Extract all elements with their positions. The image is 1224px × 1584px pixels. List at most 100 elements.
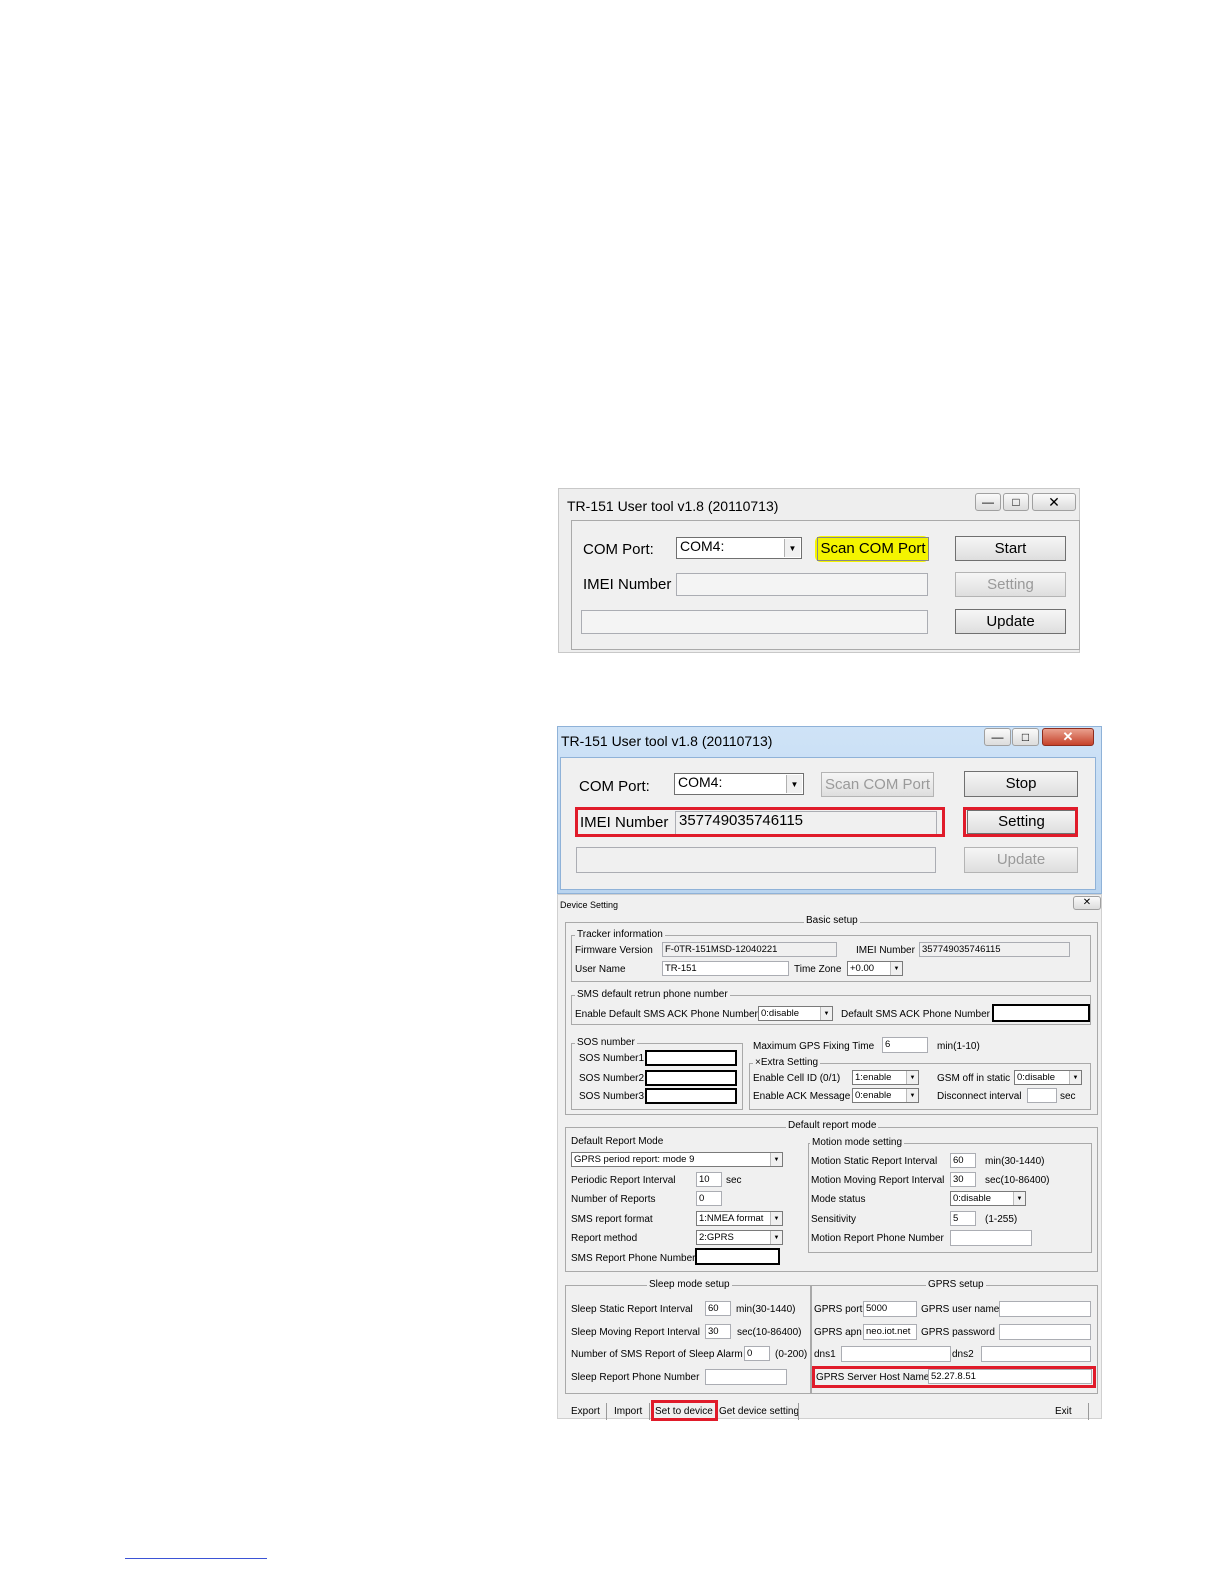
footnote-rule — [125, 1558, 267, 1559]
chevron-down-icon: ▼ — [770, 1212, 782, 1225]
set-to-device-annotation-box — [651, 1400, 718, 1421]
mode-status-select[interactable]: 0:disable ▼ — [950, 1191, 1026, 1206]
scan-com-port-button[interactable]: Scan COM Port — [821, 772, 934, 797]
sms-report-phone-field[interactable] — [695, 1248, 780, 1265]
setting-button[interactable]: Setting — [955, 572, 1066, 597]
sleep-alarm-field[interactable]: 0 — [744, 1346, 770, 1361]
chevron-down-icon: ▼ — [770, 1153, 782, 1166]
report-method-select[interactable]: 2:GPRS ▼ — [696, 1230, 783, 1245]
start-button[interactable]: Start — [955, 536, 1066, 561]
export-button[interactable]: Export — [571, 1406, 600, 1417]
com-port-select[interactable]: COM4: ▼ — [674, 773, 804, 795]
timezone-select[interactable]: +0.00 ▼ — [847, 961, 903, 976]
sms-format-label: SMS report format — [571, 1214, 653, 1225]
disconnect-unit: sec — [1060, 1091, 1076, 1102]
sos1-label: SOS Number1 — [579, 1053, 645, 1064]
gprs-port-field[interactable]: 5000 — [863, 1301, 917, 1317]
chevron-down-icon: ▼ — [784, 539, 800, 557]
periodic-unit: sec — [726, 1175, 742, 1186]
update-button[interactable]: Update — [964, 847, 1078, 873]
num-reports-label: Number of Reports — [571, 1194, 656, 1205]
username-field[interactable]: TR-151 — [662, 961, 789, 976]
maximize-button[interactable]: □ — [1012, 728, 1039, 746]
disconnect-field[interactable] — [1027, 1088, 1057, 1103]
sos1-field[interactable] — [645, 1050, 737, 1066]
dns1-field[interactable] — [841, 1346, 951, 1362]
scan-com-port-button[interactable]: Scan COM Port — [817, 537, 929, 561]
maximize-button[interactable]: □ — [1003, 493, 1029, 511]
ack-message-select[interactable]: 0:enable ▼ — [852, 1088, 919, 1103]
close-button[interactable]: ✕ — [1042, 728, 1094, 746]
sos2-label: SOS Number2 — [579, 1073, 645, 1084]
gsm-off-value: 0:disable — [1017, 1072, 1056, 1083]
motion-static-field[interactable]: 60 — [950, 1153, 976, 1168]
default-report-title: Default report mode — [786, 1120, 879, 1131]
sms-report-phone-label: SMS Report Phone Number — [571, 1253, 696, 1264]
gprs-password-label: GPRS password — [921, 1327, 995, 1338]
minimize-icon: — — [982, 495, 994, 509]
firmware-field[interactable]: F-0TR-151MSD-12040221 — [662, 942, 837, 957]
gprs-password-field[interactable] — [999, 1324, 1091, 1340]
sms-format-value: 1:NMEA format — [699, 1213, 764, 1224]
maximize-icon: □ — [1012, 495, 1020, 509]
sleep-moving-field[interactable]: 30 — [705, 1324, 731, 1339]
tracker-imei-label: IMEI Number — [856, 945, 915, 956]
com-port-label: COM Port: — [583, 541, 654, 558]
extra-setting-title: ×Extra Setting — [753, 1057, 821, 1068]
update-button[interactable]: Update — [955, 609, 1066, 634]
gprs-user-field[interactable] — [999, 1301, 1091, 1317]
sleep-static-field[interactable]: 60 — [705, 1301, 731, 1316]
tracker-imei-field[interactable]: 357749035746115 — [919, 942, 1070, 957]
sleep-moving-label: Sleep Moving Report Interval — [571, 1327, 700, 1338]
get-device-setting-button[interactable]: Get device setting — [719, 1406, 799, 1417]
gprs-apn-field[interactable]: neo.iot.net — [863, 1324, 917, 1340]
sos3-field[interactable] — [645, 1088, 737, 1104]
toolbar-separator — [649, 1403, 650, 1420]
sos2-field[interactable] — [645, 1070, 737, 1086]
mode-status-label: Mode status — [811, 1194, 866, 1205]
close-button[interactable]: ✕ — [1073, 896, 1101, 910]
com-port-select[interactable]: COM4: ▼ — [676, 537, 802, 559]
mode-status-value: 0:disable — [953, 1193, 992, 1204]
imei-annotation-box — [575, 807, 945, 837]
basic-setup-title: Basic setup — [804, 915, 860, 926]
report-mode-select[interactable]: GPRS period report: mode 9 ▼ — [571, 1152, 783, 1167]
toolbar-separator — [1088, 1403, 1089, 1420]
num-reports-field[interactable]: 0 — [696, 1191, 722, 1206]
enable-sms-ack-select[interactable]: 0:disable ▼ — [758, 1006, 833, 1021]
motion-moving-field[interactable]: 30 — [950, 1172, 976, 1187]
gsm-off-select[interactable]: 0:disable ▼ — [1014, 1070, 1082, 1085]
exit-button[interactable]: Exit — [1055, 1406, 1072, 1417]
user-tool-window-2: TR-151 User tool v1.8 (20110713) — □ ✕ C… — [557, 726, 1102, 894]
minimize-button[interactable]: — — [984, 728, 1011, 746]
extra-setting-title-text: Extra Setting — [760, 1057, 819, 1068]
sleep-static-unit: min(30-1440) — [736, 1304, 796, 1315]
stop-button[interactable]: Stop — [964, 771, 1078, 797]
import-button[interactable]: Import — [614, 1406, 642, 1417]
motion-mode-title: Motion mode setting — [810, 1137, 905, 1148]
sleep-mode-title: Sleep mode setup — [647, 1279, 732, 1290]
minimize-button[interactable]: — — [975, 493, 1001, 511]
motion-phone-field[interactable] — [950, 1230, 1032, 1246]
cell-id-select[interactable]: 1:enable ▼ — [852, 1070, 919, 1085]
sos3-label: SOS Number3 — [579, 1091, 645, 1102]
sleep-phone-field[interactable] — [705, 1369, 787, 1385]
ack-message-label: Enable ACK Message — [753, 1091, 851, 1102]
sensitivity-field[interactable]: 5 — [950, 1211, 976, 1226]
motion-moving-unit: sec(10-86400) — [985, 1175, 1050, 1186]
imei-field[interactable] — [676, 573, 928, 596]
window-title: TR-151 User tool v1.8 (20110713) — [567, 498, 779, 514]
periodic-field[interactable]: 10 — [696, 1172, 722, 1187]
close-icon: ✕ — [1082, 897, 1092, 908]
com-port-value: COM4: — [678, 774, 723, 790]
dns2-field[interactable] — [981, 1346, 1091, 1362]
close-button[interactable]: ✕ — [1032, 493, 1076, 511]
progress-bar — [576, 847, 936, 873]
sms-format-select[interactable]: 1:NMEA format ▼ — [696, 1211, 783, 1226]
chevron-down-icon: ▼ — [906, 1071, 918, 1084]
default-sms-ack-phone-field[interactable] — [992, 1004, 1090, 1022]
username-label: User Name — [575, 964, 626, 975]
chevron-down-icon: ▼ — [1069, 1071, 1081, 1084]
max-gps-field[interactable]: 6 — [882, 1037, 928, 1053]
timezone-value: +0.00 — [850, 963, 875, 974]
